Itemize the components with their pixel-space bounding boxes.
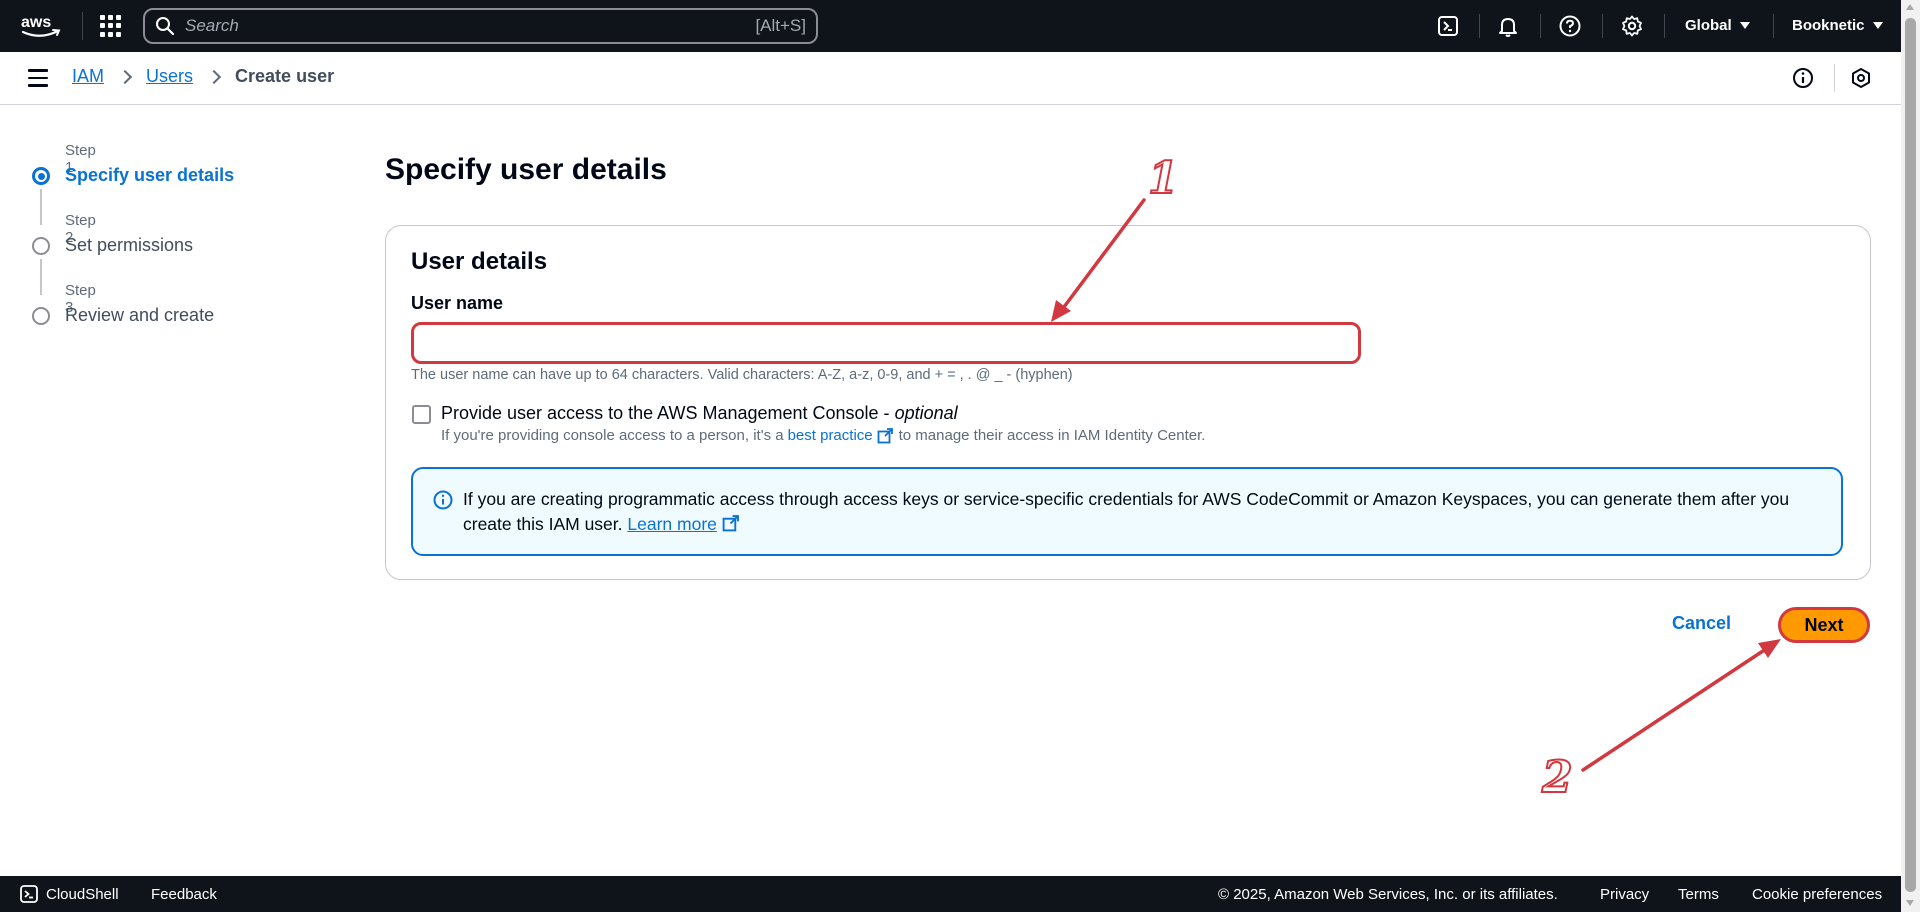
region-label: Global bbox=[1685, 17, 1732, 34]
copyright-text: © 2025, Amazon Web Services, Inc. or its… bbox=[1218, 886, 1558, 903]
privacy-link[interactable]: Privacy bbox=[1600, 886, 1649, 903]
footer: CloudShell Feedback © 2025, Amazon Web S… bbox=[0, 876, 1901, 912]
step-connector bbox=[40, 189, 42, 225]
feedback-link[interactable]: Feedback bbox=[151, 886, 217, 903]
svg-text:aws: aws bbox=[21, 14, 51, 31]
annotation-label-1: 1 bbox=[1147, 152, 1180, 205]
search-placeholder: Search bbox=[185, 16, 239, 35]
annotation-arrow-2 bbox=[1581, 643, 1774, 772]
page-title: Specify user details bbox=[385, 153, 667, 186]
next-button[interactable]: Next bbox=[1778, 607, 1870, 643]
aws-logo[interactable]: aws bbox=[20, 12, 62, 40]
scrollbar[interactable] bbox=[1901, 0, 1920, 912]
nav-divider bbox=[1773, 14, 1774, 38]
external-link-icon bbox=[722, 515, 739, 532]
section-title: User details bbox=[411, 248, 548, 275]
bell-icon[interactable] bbox=[1496, 14, 1520, 38]
chevron-right-icon bbox=[117, 69, 133, 84]
step-title[interactable]: Review and create bbox=[65, 305, 214, 326]
region-menu[interactable]: Global bbox=[1685, 17, 1750, 34]
nav-divider bbox=[82, 12, 83, 40]
caret-down-icon bbox=[1739, 22, 1750, 29]
user-details-container: User details User name The user name can… bbox=[385, 225, 1871, 580]
console-access-label[interactable]: Provide user access to the AWS Managemen… bbox=[441, 403, 958, 424]
account-label: Booknetic bbox=[1792, 17, 1865, 34]
console-access-description: If you're providing console access to a … bbox=[441, 427, 1205, 444]
nav-divider bbox=[1479, 14, 1480, 38]
menu-icon[interactable] bbox=[28, 69, 50, 87]
info-alert: If you are creating programmatic access … bbox=[411, 467, 1843, 556]
breadcrumb-current: Create user bbox=[235, 66, 335, 86]
hexagon-icon[interactable] bbox=[1850, 67, 1872, 89]
search-shortcut: [Alt+S] bbox=[755, 16, 806, 35]
best-practice-link[interactable]: best practice bbox=[788, 427, 873, 444]
cloudshell-icon[interactable] bbox=[20, 885, 38, 903]
breadcrumb: IAM Users Create user bbox=[72, 66, 334, 87]
top-navigation: aws Search [Alt+S] Global Booknetic bbox=[0, 0, 1901, 52]
console-desc-prefix: If you're providing console access to a … bbox=[441, 427, 784, 444]
scroll-up-arrow-icon[interactable] bbox=[1906, 4, 1914, 10]
gear-icon[interactable] bbox=[1620, 14, 1644, 38]
search-icon bbox=[156, 17, 175, 36]
annotation-label-2: 2 bbox=[1541, 751, 1574, 804]
account-menu[interactable]: Booknetic bbox=[1792, 17, 1883, 34]
step-inactive-icon bbox=[32, 307, 50, 325]
username-input[interactable] bbox=[411, 322, 1361, 364]
scrollbar-thumb[interactable] bbox=[1905, 18, 1916, 892]
cancel-button[interactable]: Cancel bbox=[1672, 613, 1731, 634]
optional-label: optional bbox=[894, 403, 958, 423]
console-access-label-text: Provide user access to the AWS Managemen… bbox=[441, 403, 895, 423]
breadcrumb-iam[interactable]: IAM bbox=[72, 66, 104, 87]
username-label: User name bbox=[411, 293, 504, 313]
console-access-checkbox[interactable] bbox=[412, 405, 431, 424]
apps-grid-icon[interactable] bbox=[100, 15, 122, 37]
info-alert-text: If you are creating programmatic access … bbox=[463, 487, 1823, 537]
nav-divider bbox=[1664, 14, 1665, 38]
step-active-icon bbox=[32, 167, 50, 185]
external-link-icon bbox=[877, 427, 893, 443]
nav-divider bbox=[1540, 14, 1541, 38]
info-circle-icon bbox=[433, 490, 453, 510]
info-icon[interactable] bbox=[1792, 67, 1814, 89]
annotation-arrowhead-2 bbox=[1758, 639, 1781, 658]
chevron-right-icon bbox=[206, 69, 222, 84]
scroll-down-arrow-icon[interactable] bbox=[1906, 900, 1914, 906]
step-title[interactable]: Specify user details bbox=[65, 165, 234, 186]
caret-down-icon bbox=[1872, 22, 1883, 29]
breadcrumb-divider bbox=[1834, 64, 1835, 92]
help-icon[interactable] bbox=[1558, 14, 1582, 38]
username-hint: The user name can have up to 64 characte… bbox=[411, 367, 1073, 383]
cookie-preferences-link[interactable]: Cookie preferences bbox=[1752, 886, 1882, 903]
search-input[interactable]: Search [Alt+S] bbox=[143, 8, 818, 44]
cloudshell-link[interactable]: CloudShell bbox=[46, 886, 119, 903]
step-connector bbox=[40, 259, 42, 295]
cloudshell-icon[interactable] bbox=[1436, 14, 1460, 38]
step-title[interactable]: Set permissions bbox=[65, 235, 193, 256]
terms-link[interactable]: Terms bbox=[1678, 886, 1719, 903]
nav-divider bbox=[1602, 14, 1603, 38]
console-desc-suffix: to manage their access in IAM Identity C… bbox=[898, 427, 1206, 444]
step-inactive-icon bbox=[32, 237, 50, 255]
learn-more-link[interactable]: Learn more bbox=[627, 514, 717, 534]
breadcrumb-users[interactable]: Users bbox=[146, 66, 193, 87]
